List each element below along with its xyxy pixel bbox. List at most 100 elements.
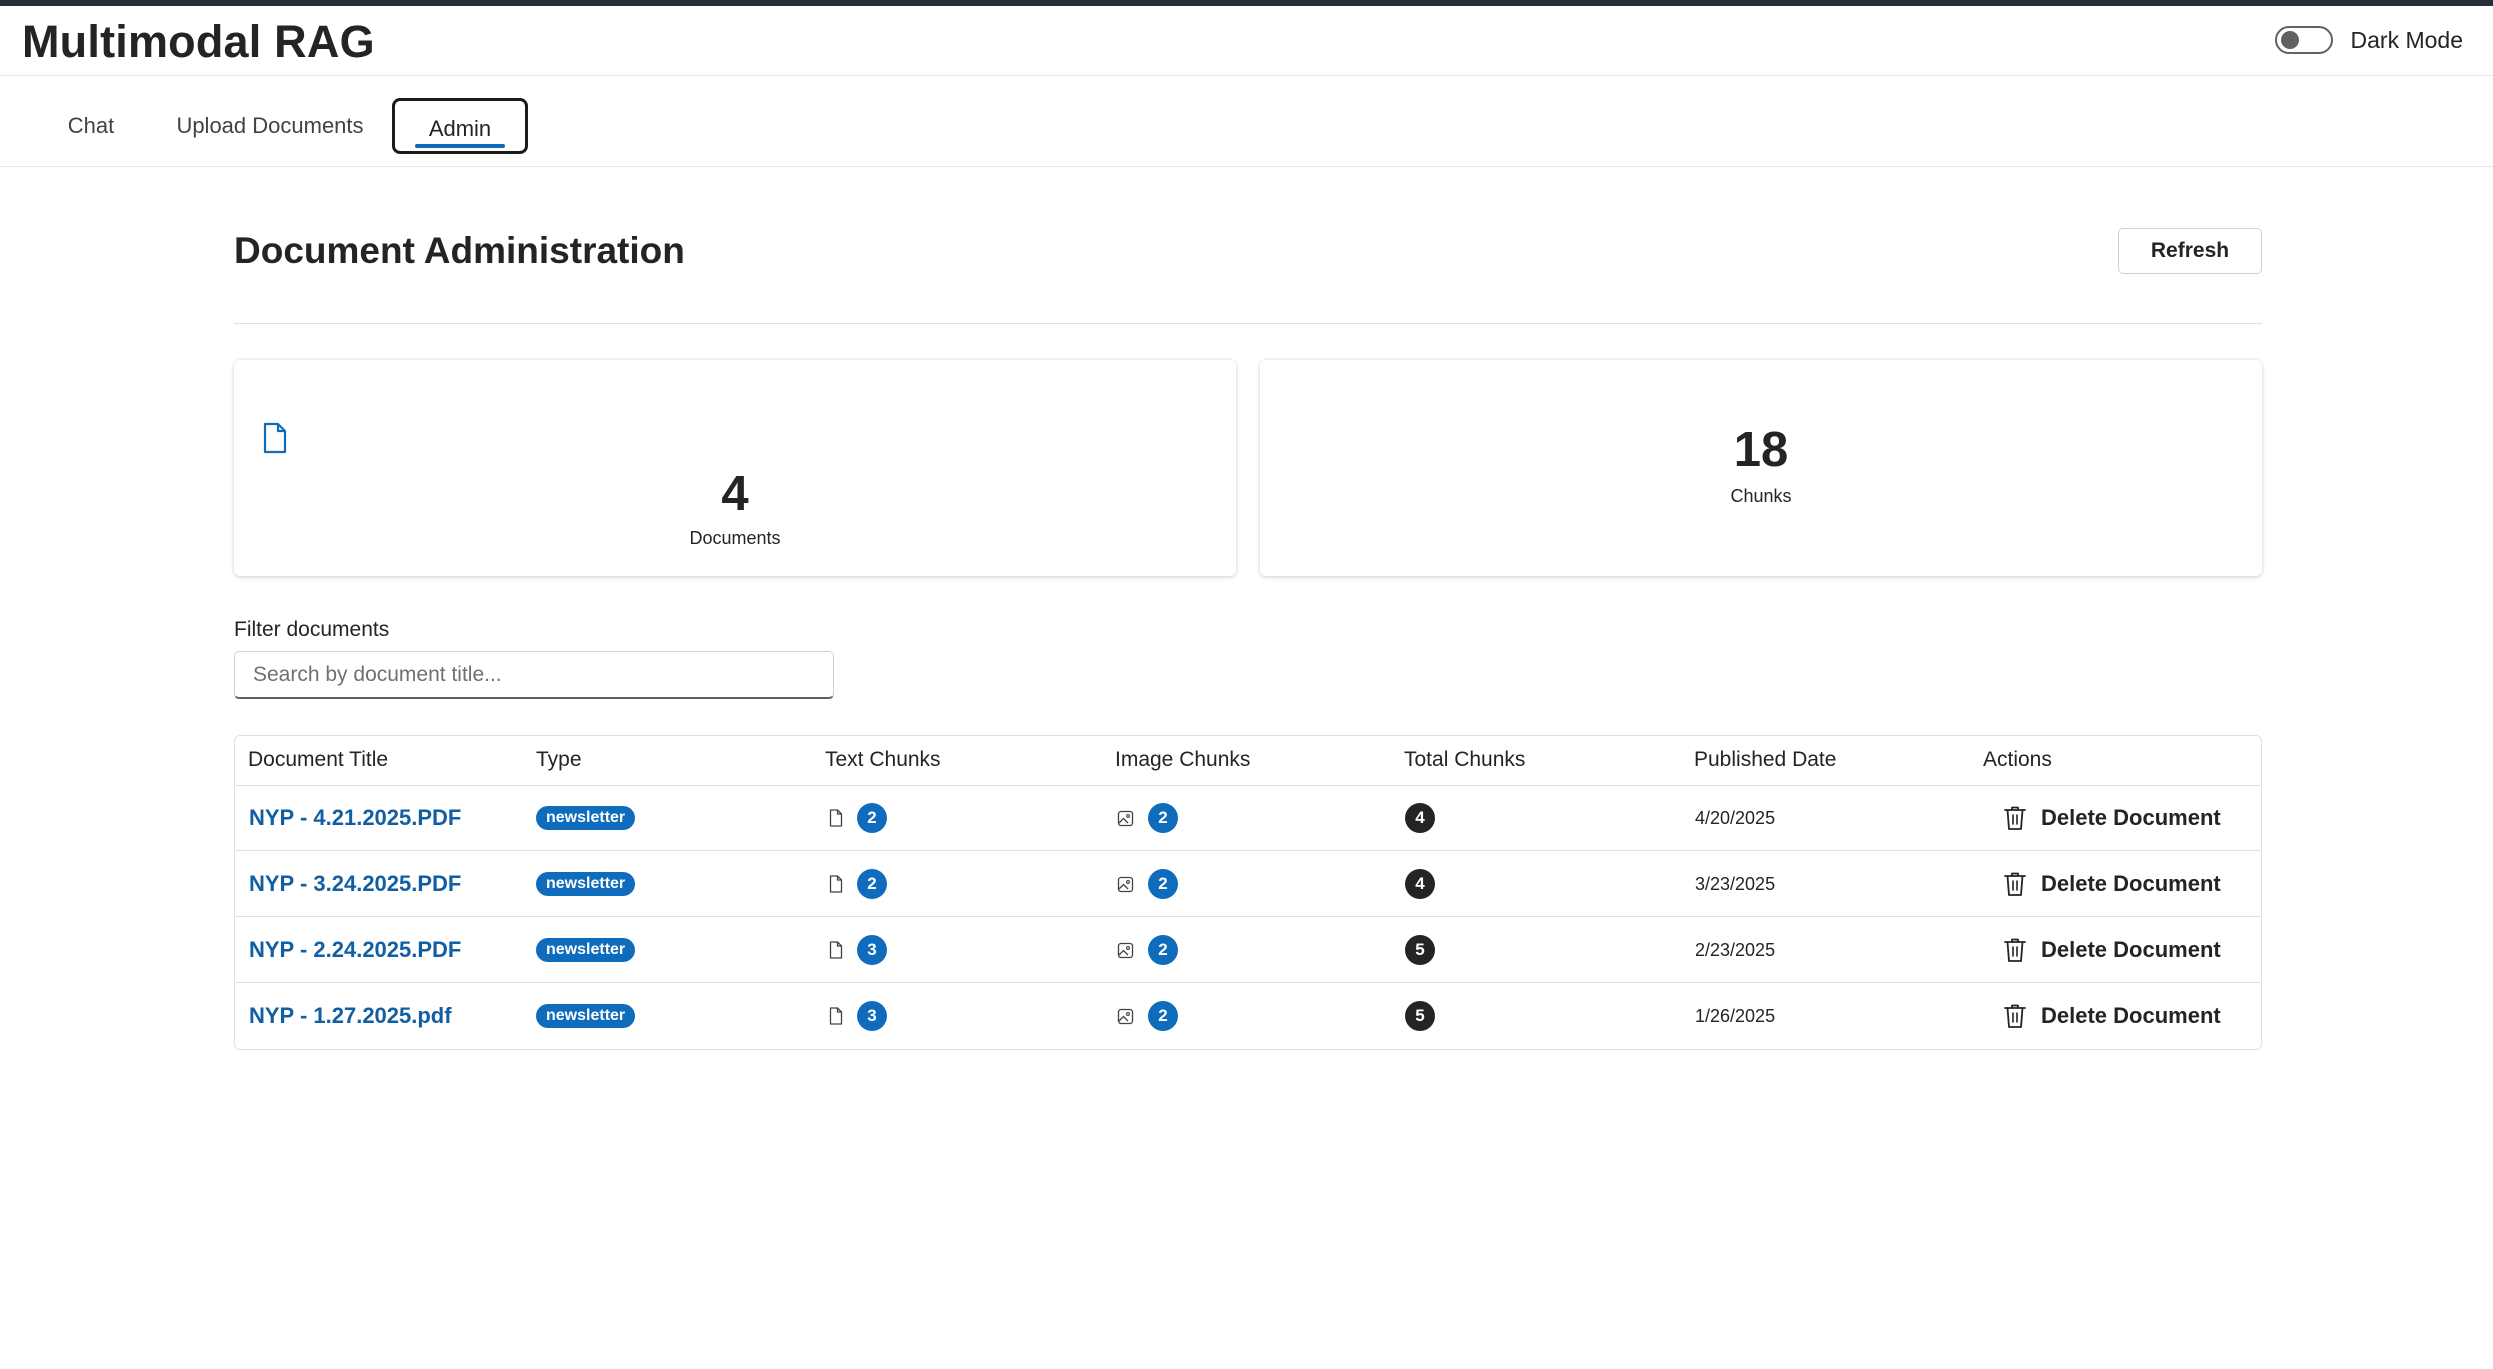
image-chunks-badge: 2	[1148, 935, 1178, 965]
delete-document-button[interactable]: Delete Document	[2003, 871, 2221, 897]
cell-actions: Delete Document	[2003, 983, 2221, 1049]
cell-type: newsletter	[536, 917, 636, 983]
type-badge: newsletter	[536, 938, 636, 962]
tab-upload-documents[interactable]: Upload Documents	[160, 98, 380, 154]
documents-table: Document Title Type Text Chunks Image Ch…	[234, 735, 2262, 1050]
text-chunks-badge: 3	[857, 1001, 887, 1031]
column-header-actions: Actions	[1983, 748, 2052, 771]
published-date: 2/23/2025	[1695, 939, 1776, 960]
trash-icon	[2003, 937, 2041, 963]
type-badge: newsletter	[536, 806, 636, 830]
section-divider	[234, 323, 2262, 324]
column-header-text-chunks: Text Chunks	[825, 748, 941, 771]
total-chunks-badge: 4	[1405, 869, 1435, 899]
documents-label: Documents	[689, 528, 781, 548]
cell-title: NYP - 4.21.2025.PDF	[249, 785, 461, 851]
tab-admin[interactable]: Admin	[392, 98, 528, 154]
text-chunk-icon	[829, 809, 843, 827]
chunks-count: 18	[1733, 423, 1789, 477]
document-title-link[interactable]: NYP - 4.21.2025.PDF	[249, 805, 461, 831]
cell-actions: Delete Document	[2003, 785, 2221, 851]
cell-title: NYP - 1.27.2025.pdf	[249, 983, 452, 1049]
published-date: 4/20/2025	[1695, 807, 1776, 828]
tab-chat[interactable]: Chat	[46, 98, 136, 154]
cell-type: newsletter	[536, 785, 636, 851]
app-header: Multimodal RAG Dark Mode	[0, 6, 2493, 76]
cell-total-chunks: 4	[1405, 785, 1435, 851]
cell-type: newsletter	[536, 851, 636, 917]
chunks-stat-card: 18 Chunks	[1260, 360, 2262, 576]
cell-image-chunks: 2	[1117, 983, 1178, 1049]
table-row: NYP - 4.21.2025.PDF newsletter 2 2 4 4/20/202…	[235, 785, 2261, 851]
filter-label: Filter documents	[234, 618, 390, 641]
table-header: Document Title Type Text Chunks Image Ch…	[235, 736, 2261, 786]
delete-document-button[interactable]: Delete Document	[2003, 1003, 2221, 1029]
tab-admin-label: Admin	[428, 116, 492, 141]
image-chunk-icon	[1117, 1008, 1134, 1025]
cell-published-date: 2/23/2025	[1695, 917, 1775, 983]
page-title: Document Administration	[234, 230, 685, 271]
delete-document-button[interactable]: Delete Document	[2003, 937, 2221, 963]
image-chunks-badge: 2	[1148, 869, 1178, 899]
tab-list: Chat Upload Documents Admin	[0, 76, 2493, 167]
column-header-title: Document Title	[248, 748, 389, 771]
cell-total-chunks: 4	[1405, 851, 1435, 917]
cell-type: newsletter	[536, 983, 636, 1049]
documents-count: 4	[721, 467, 749, 521]
total-chunks-badge: 5	[1405, 935, 1435, 965]
column-header-image-chunks: Image Chunks	[1115, 748, 1251, 771]
cell-title: NYP - 2.24.2025.PDF	[249, 917, 461, 983]
delete-document-label: Delete Document	[2041, 1003, 2221, 1028]
total-chunks-badge: 5	[1405, 1001, 1435, 1031]
search-input[interactable]	[234, 651, 834, 699]
cell-title: NYP - 3.24.2025.PDF	[249, 851, 461, 917]
image-chunks-badge: 2	[1148, 803, 1178, 833]
document-icon	[262, 422, 288, 459]
cell-total-chunks: 5	[1405, 917, 1435, 983]
document-title-link[interactable]: NYP - 3.24.2025.PDF	[249, 871, 461, 897]
document-title-link[interactable]: NYP - 2.24.2025.PDF	[249, 937, 461, 963]
text-chunk-icon	[829, 1007, 843, 1025]
image-chunk-icon	[1117, 876, 1134, 893]
cell-image-chunks: 2	[1117, 917, 1178, 983]
cell-published-date: 1/26/2025	[1695, 983, 1775, 1049]
document-title-link[interactable]: NYP - 1.27.2025.pdf	[249, 1003, 452, 1029]
documents-stat-card: 4 Documents	[234, 360, 1236, 576]
cell-image-chunks: 2	[1117, 785, 1178, 851]
cell-text-chunks: 3	[829, 917, 887, 983]
published-date: 3/23/2025	[1695, 873, 1776, 894]
column-header-total-chunks: Total Chunks	[1404, 748, 1526, 771]
text-chunks-badge: 2	[857, 803, 887, 833]
image-chunk-icon	[1117, 942, 1134, 959]
type-badge: newsletter	[536, 1004, 636, 1028]
app-title: Multimodal RAG	[22, 16, 375, 67]
active-tab-indicator	[415, 144, 505, 148]
cell-actions: Delete Document	[2003, 851, 2221, 917]
refresh-button[interactable]: Refresh	[2118, 228, 2262, 274]
image-chunks-badge: 2	[1148, 1001, 1178, 1031]
delete-document-button[interactable]: Delete Document	[2003, 805, 2221, 831]
image-chunk-icon	[1117, 810, 1134, 827]
cell-text-chunks: 2	[829, 785, 887, 851]
delete-document-label: Delete Document	[2041, 805, 2221, 830]
cell-total-chunks: 5	[1405, 983, 1435, 1049]
text-chunk-icon	[829, 875, 843, 893]
dark-mode-toggle[interactable]	[2274, 26, 2333, 54]
dark-mode-control: Dark Mode	[2274, 26, 2463, 54]
text-chunks-badge: 2	[857, 869, 887, 899]
table-row: NYP - 1.27.2025.pdf newsletter 3 2 5 1/26/202…	[235, 983, 2261, 1049]
text-chunk-icon	[829, 941, 843, 959]
type-badge: newsletter	[536, 872, 636, 896]
cell-image-chunks: 2	[1117, 851, 1178, 917]
total-chunks-badge: 4	[1405, 803, 1435, 833]
toggle-knob	[2280, 31, 2299, 49]
table-row: NYP - 2.24.2025.PDF newsletter 3 2 5 2/23/202…	[235, 917, 2261, 983]
text-chunks-badge: 3	[857, 935, 887, 965]
published-date: 1/26/2025	[1695, 1005, 1776, 1026]
delete-document-label: Delete Document	[2041, 871, 2221, 896]
column-header-type: Type	[536, 748, 582, 771]
chunks-label: Chunks	[1730, 486, 1792, 506]
cell-published-date: 4/20/2025	[1695, 785, 1775, 851]
cell-text-chunks: 3	[829, 983, 887, 1049]
trash-icon	[2003, 1003, 2041, 1029]
